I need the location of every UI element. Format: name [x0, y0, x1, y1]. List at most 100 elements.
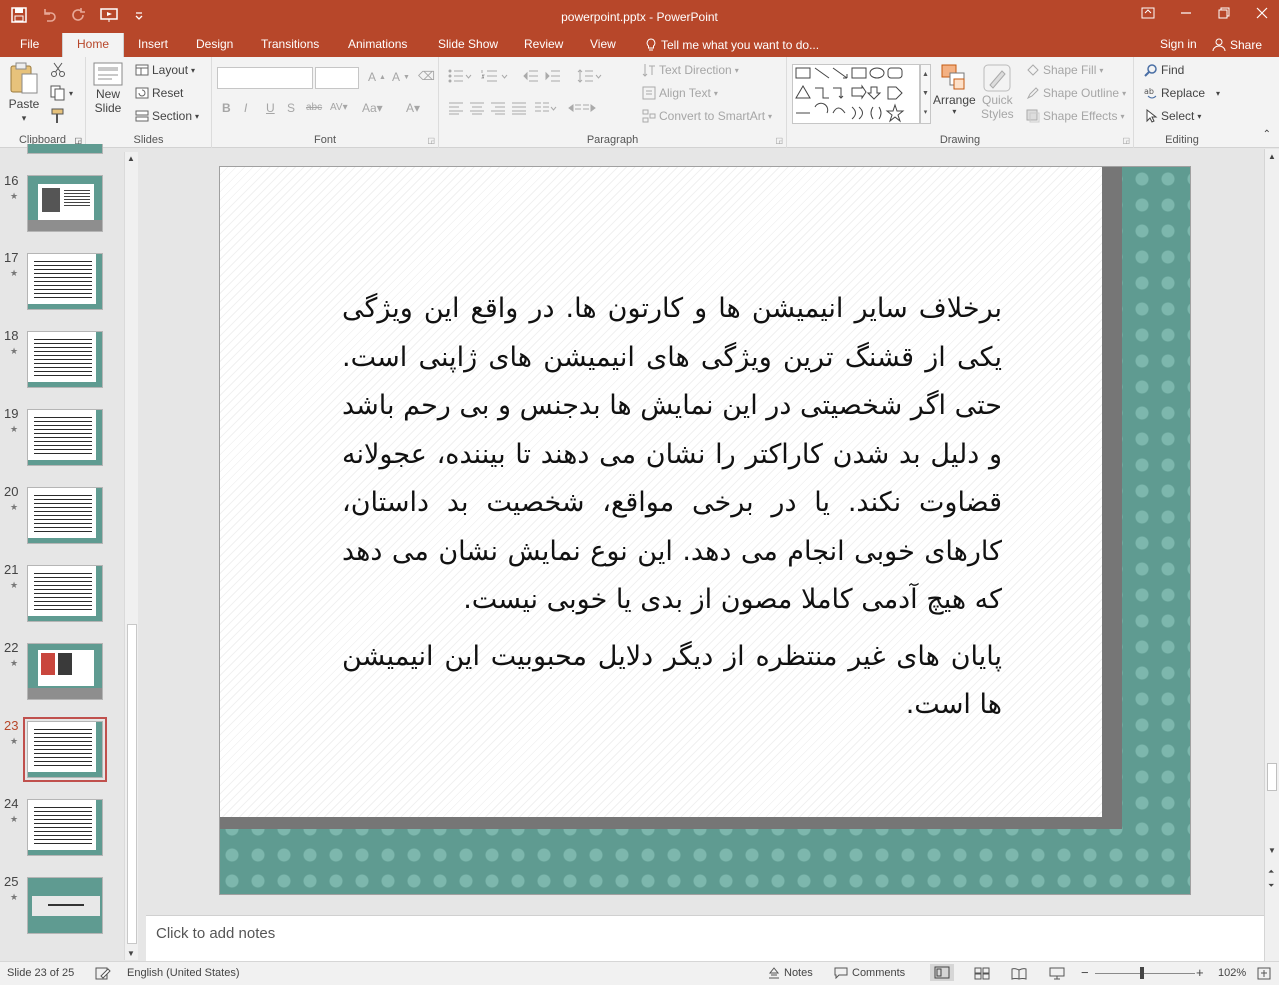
- zoom-slider-thumb[interactable]: [1140, 967, 1144, 979]
- slide-thumbnail[interactable]: [27, 331, 103, 388]
- restore-icon[interactable]: [1215, 4, 1233, 22]
- scroll-up-icon[interactable]: ▲: [127, 154, 135, 163]
- reset-button[interactable]: Reset: [135, 86, 183, 100]
- next-slide-icon[interactable]: ⏷: [1268, 881, 1274, 891]
- notes-pane[interactable]: Click to add notes: [146, 915, 1264, 961]
- zoom-slider-track[interactable]: [1095, 973, 1195, 974]
- italic-icon[interactable]: I: [244, 101, 247, 115]
- bold-icon[interactable]: B: [222, 101, 231, 115]
- slide-thumbnail[interactable]: [27, 253, 103, 310]
- slide-thumbnail[interactable]: [27, 487, 103, 544]
- find-button[interactable]: Find: [1144, 63, 1184, 77]
- text-direction-button[interactable]: Text Direction ▾: [642, 63, 739, 77]
- fit-slide-icon[interactable]: [1257, 967, 1271, 980]
- scroll-down-icon[interactable]: ▼: [1268, 846, 1276, 855]
- notes-toggle-button[interactable]: Notes: [768, 967, 813, 979]
- quick-styles-button[interactable]: Quick Styles: [981, 63, 1014, 121]
- tab-file[interactable]: File: [18, 33, 41, 57]
- previous-slide-icon[interactable]: ⏶: [1268, 867, 1274, 877]
- layout-button[interactable]: Layout ▾: [135, 63, 195, 77]
- slide-thumbnail[interactable]: [27, 409, 103, 466]
- sign-in-link[interactable]: Sign in: [1158, 33, 1199, 57]
- language-indicator[interactable]: English (United States): [127, 967, 240, 979]
- drawing-launcher-icon[interactable]: ◲: [1122, 136, 1130, 145]
- align-right-icon[interactable]: [490, 101, 506, 115]
- font-name-combo[interactable]: [217, 67, 313, 89]
- share-button[interactable]: Share: [1210, 33, 1264, 57]
- minimize-icon[interactable]: [1177, 4, 1195, 22]
- shape-effects-button[interactable]: Shape Effects ▾: [1026, 109, 1125, 123]
- slide-thumbnail[interactable]: [27, 877, 103, 934]
- cut-icon[interactable]: [50, 62, 66, 78]
- zoom-in-icon[interactable]: +: [1196, 965, 1204, 980]
- underline-icon[interactable]: U: [266, 101, 275, 115]
- zoom-level[interactable]: 102%: [1218, 967, 1246, 979]
- columns-icon[interactable]: [534, 101, 558, 115]
- tab-slide-show[interactable]: Slide Show: [436, 33, 500, 57]
- increase-indent-icon[interactable]: [545, 69, 561, 83]
- slide-thumbnail-selected[interactable]: [23, 717, 107, 782]
- clear-formatting-icon[interactable]: ⌫: [418, 69, 435, 83]
- arrange-button[interactable]: Arrange ▾: [933, 63, 976, 116]
- slide-thumbnail[interactable]: [27, 799, 103, 856]
- numbering-icon[interactable]: [481, 69, 509, 83]
- tab-animations[interactable]: Animations: [346, 33, 409, 57]
- tab-review[interactable]: Review: [522, 33, 565, 57]
- select-button[interactable]: Select ▾: [1144, 109, 1201, 123]
- change-case-icon[interactable]: Aa▾: [362, 101, 383, 115]
- new-slide-button[interactable]: New Slide: [92, 61, 124, 115]
- spell-check-icon[interactable]: [95, 967, 111, 980]
- slide-scroll-thumb[interactable]: [1267, 763, 1277, 791]
- increase-font-size-icon[interactable]: A ▲: [368, 70, 386, 84]
- tab-transitions[interactable]: Transitions: [259, 33, 321, 57]
- close-icon[interactable]: [1253, 4, 1271, 22]
- font-color-icon[interactable]: A▾: [406, 101, 420, 115]
- section-button[interactable]: Section ▾: [135, 109, 199, 123]
- decrease-indent-icon[interactable]: [523, 69, 539, 83]
- slide-show-icon[interactable]: [1049, 967, 1065, 980]
- format-painter-icon[interactable]: [50, 108, 66, 124]
- slide-thumbnail[interactable]: [27, 175, 103, 232]
- slide-thumbnail[interactable]: [27, 565, 103, 622]
- shape-outline-button[interactable]: Shape Outline ▾: [1026, 86, 1126, 100]
- tell-me-box[interactable]: Tell me what you want to do...: [643, 33, 821, 57]
- align-center-icon[interactable]: [469, 101, 485, 115]
- line-spacing-icon[interactable]: [577, 69, 603, 83]
- slide-sorter-icon[interactable]: [974, 967, 990, 980]
- slide-scrollbar[interactable]: ▲ ▼ ⏶ ⏷: [1264, 149, 1279, 961]
- copy-icon[interactable]: ▾: [50, 85, 73, 101]
- collapse-ribbon-icon[interactable]: ⌃: [1263, 129, 1271, 140]
- character-spacing-icon[interactable]: AV▾: [330, 102, 348, 113]
- thumbnail-scroll-thumb[interactable]: [127, 624, 137, 944]
- font-size-combo[interactable]: [315, 67, 359, 89]
- rtl-icon[interactable]: [567, 101, 597, 115]
- shapes-gallery-scroll[interactable]: ▲ ▼ ▾: [920, 64, 931, 124]
- tab-view[interactable]: View: [588, 33, 618, 57]
- justify-icon[interactable]: [511, 101, 527, 115]
- tab-insert[interactable]: Insert: [136, 33, 170, 57]
- tab-design[interactable]: Design: [194, 33, 235, 57]
- convert-to-smartart-button[interactable]: Convert to SmartArt ▾: [642, 109, 772, 123]
- tab-home[interactable]: Home: [62, 33, 125, 57]
- align-text-button[interactable]: Align Text ▾: [642, 86, 718, 100]
- ribbon-display-options-icon[interactable]: [1139, 4, 1157, 22]
- replace-button[interactable]: ab Replace ▾: [1144, 86, 1220, 100]
- shapes-gallery[interactable]: [792, 64, 920, 124]
- comments-toggle-button[interactable]: Comments: [834, 967, 905, 979]
- align-left-icon[interactable]: [448, 101, 464, 115]
- paragraph-launcher-icon[interactable]: ◲: [775, 136, 783, 145]
- slide-thumbnail-partial[interactable]: [27, 144, 103, 154]
- shape-fill-button[interactable]: Shape Fill ▾: [1026, 63, 1103, 77]
- bullets-icon[interactable]: [448, 69, 472, 83]
- thumbnail-scrollbar[interactable]: ▲ ▼: [124, 152, 138, 960]
- decrease-font-size-icon[interactable]: A ▼: [392, 70, 410, 84]
- strikethrough-icon[interactable]: abc: [306, 102, 322, 113]
- reading-view-icon[interactable]: [1011, 967, 1027, 980]
- slide-thumbnail[interactable]: [27, 643, 103, 700]
- slide-text-box[interactable]: برخلاف سایر انیمیشن ها و کارتون ها. در و…: [342, 285, 1002, 738]
- paste-button[interactable]: Paste ▾: [8, 61, 40, 124]
- scroll-up-icon[interactable]: ▲: [1268, 152, 1276, 161]
- font-launcher-icon[interactable]: ◲: [427, 136, 435, 145]
- normal-view-icon[interactable]: [930, 964, 954, 981]
- text-shadow-icon[interactable]: S: [287, 101, 295, 115]
